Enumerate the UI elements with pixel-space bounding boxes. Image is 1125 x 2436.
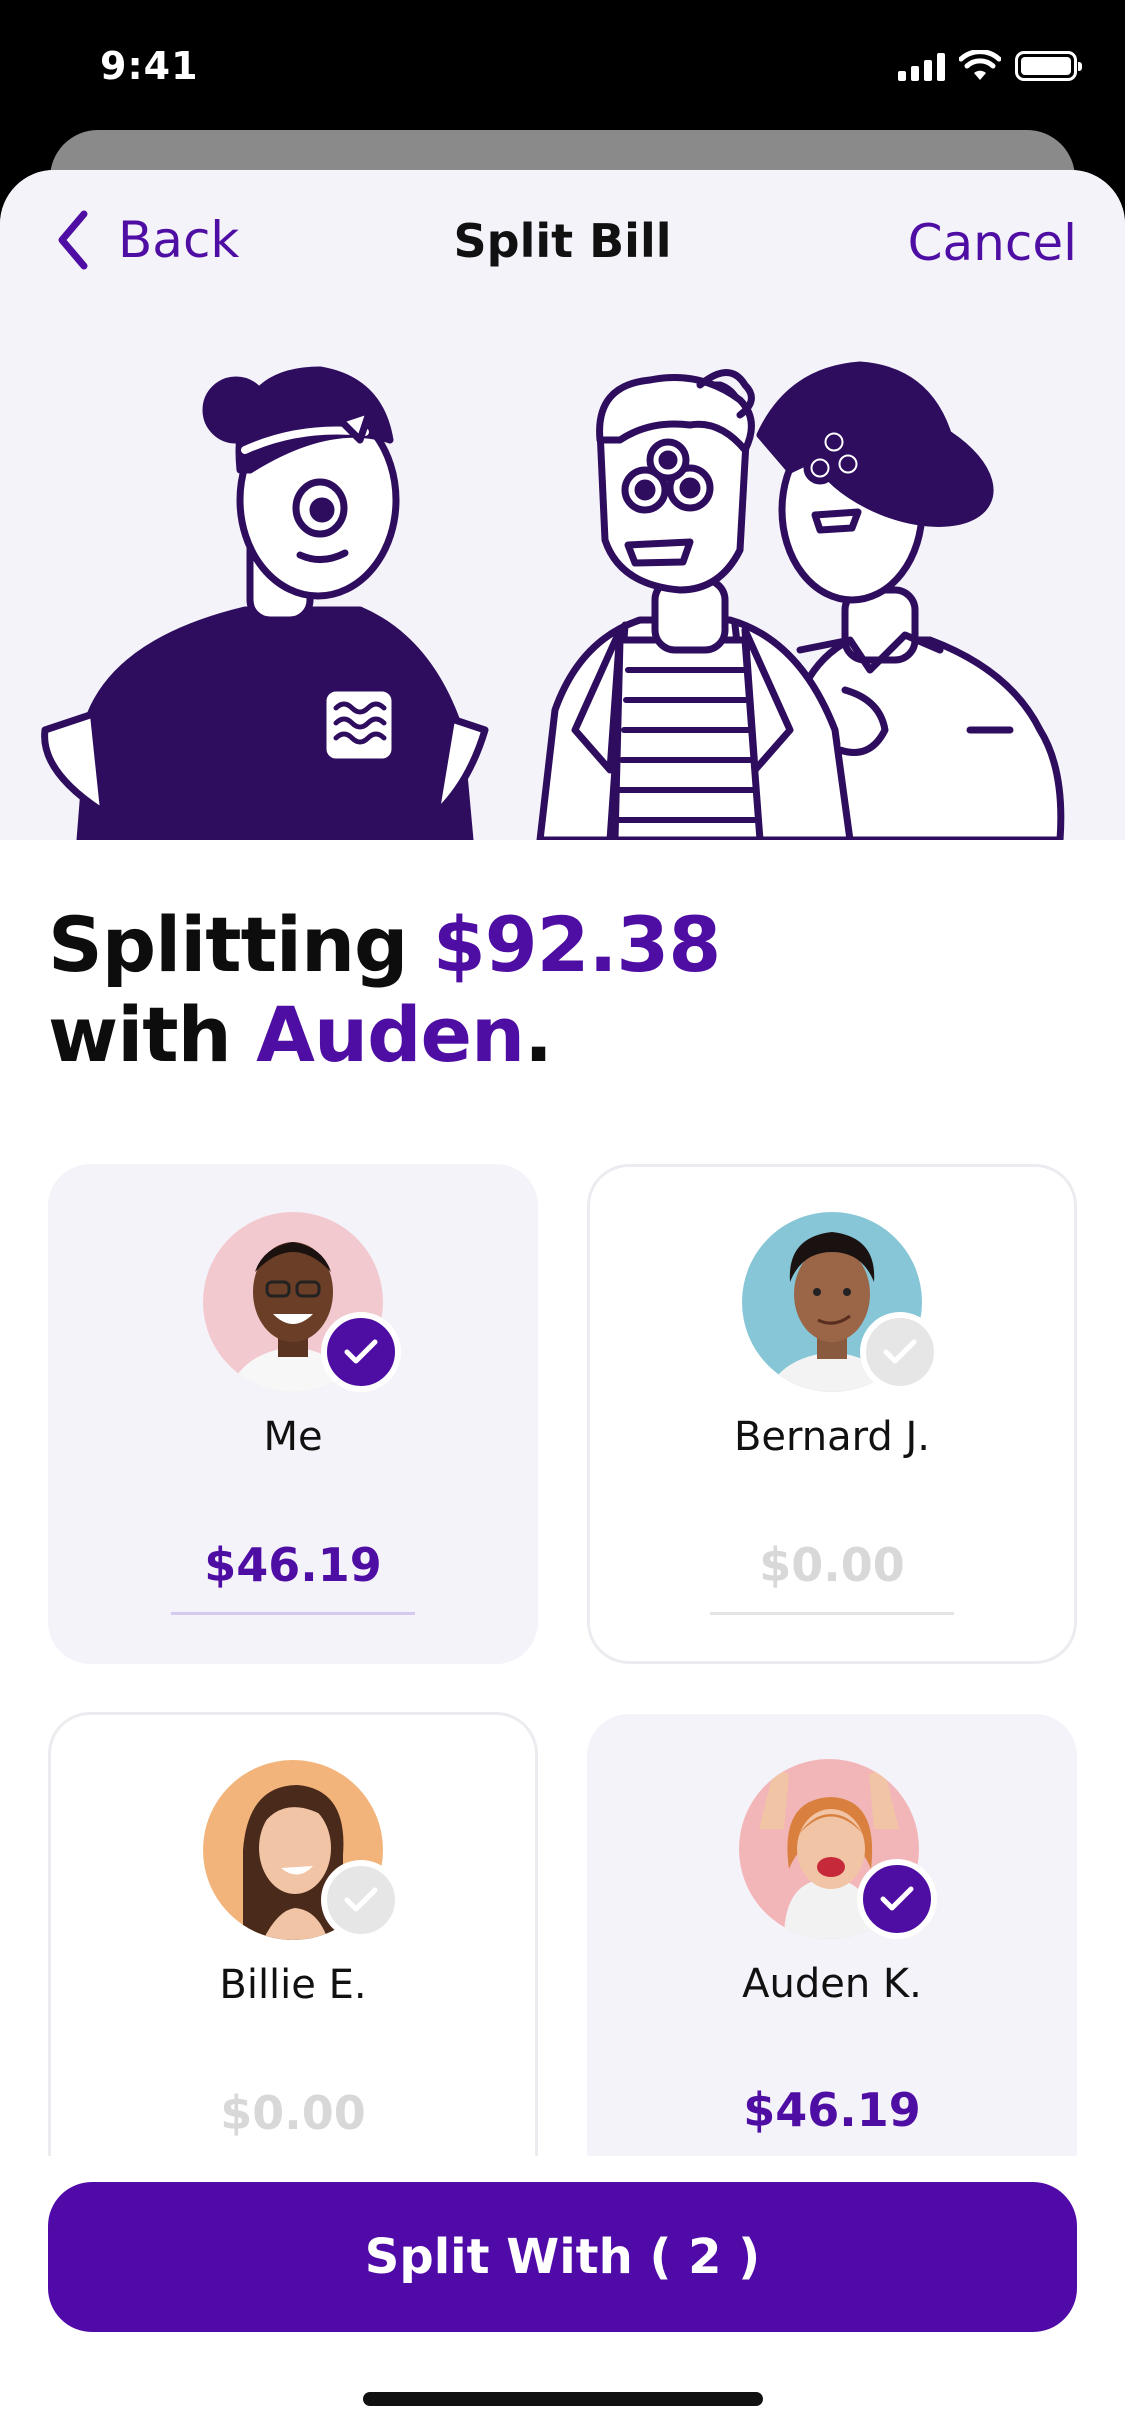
person-amount-input[interactable]: $0.00 [590,1538,1074,1592]
avatar-container [203,1212,401,1392]
person-name: Bernard J. [733,1414,930,1460]
heading-mid: with [48,990,257,1079]
person-name: Auden K. [742,1961,922,2007]
cancel-button[interactable]: Cancel [908,214,1077,272]
hero-banner: Back Split Bill Cancel [0,170,1125,840]
person-name: Me [263,1414,323,1460]
status-time: 9:41 [100,44,199,88]
heading-prefix: Splitting [48,900,433,989]
check-icon [860,1312,940,1392]
total-amount: $92.38 [432,900,721,989]
person-card-auden[interactable]: Auden K. $46.19 [587,1714,1077,2214]
nav-bar: Back Split Bill Cancel [0,170,1125,330]
status-icons [898,50,1082,82]
avatar-container [739,1759,937,1939]
check-icon [321,1860,401,1940]
person-amount-input[interactable]: $46.19 [587,2083,1077,2137]
amount-underline [171,1612,415,1615]
avatar-container [742,1212,940,1392]
battery-icon [1015,51,1082,81]
person-card-billie[interactable]: Billie E. $0.00 [48,1712,538,2212]
avatar-container [203,1760,401,1940]
split-bill-sheet: Back Split Bill Cancel Splitting $92.38 … [0,170,1125,2436]
split-summary-heading: Splitting $92.38 with Auden. [48,900,721,1080]
person-amount-input[interactable]: $0.00 [51,2086,535,2140]
amount-underline [710,1612,954,1615]
check-icon [321,1312,401,1392]
person-card-me[interactable]: Me $46.19 [48,1164,538,1664]
heading-suffix: . [524,990,553,1079]
signal-icon [898,51,945,81]
wifi-icon [959,50,1001,80]
check-icon [857,1859,937,1939]
person-card-bernard[interactable]: Bernard J. $0.00 [587,1164,1077,1664]
split-with-button[interactable]: Split With ( 2 ) [48,2182,1077,2332]
home-indicator [363,2392,763,2406]
person-amount-input[interactable]: $46.19 [48,1538,538,1592]
status-bar: 9:41 [0,0,1125,140]
split-with-name: Auden [256,990,525,1079]
person-name: Billie E. [219,1962,367,2008]
